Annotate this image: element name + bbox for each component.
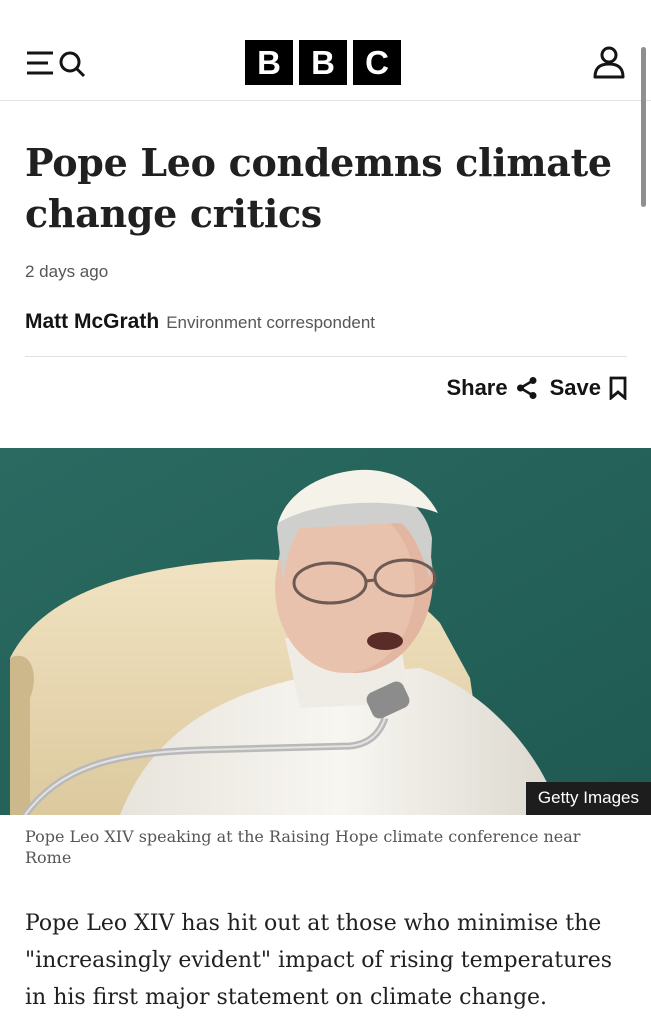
save-button[interactable]: Save: [550, 375, 627, 401]
article-actions: Share Save: [446, 375, 627, 401]
divider: [25, 356, 627, 357]
menu-icon: [27, 51, 53, 75]
bbc-logo[interactable]: B B C: [245, 40, 401, 85]
image-credit: Getty Images: [525, 782, 651, 815]
image-caption: Pope Leo XIV speaking at the Raising Hop…: [25, 827, 581, 867]
account-icon[interactable]: [592, 45, 626, 79]
byline: Matt McGrath Environment correspondent: [25, 310, 375, 334]
share-button[interactable]: Share: [446, 375, 537, 401]
bookmark-icon: [609, 376, 627, 400]
article-timestamp: 2 days ago: [25, 262, 109, 281]
logo-letter: B: [245, 40, 293, 85]
pope-photo: [0, 448, 651, 815]
article-paragraph: Pope Leo XIV has hit out at those who mi…: [25, 911, 613, 1010]
scrollbar[interactable]: [641, 47, 646, 207]
logo-letter: C: [353, 40, 401, 85]
search-icon: [59, 51, 86, 78]
save-label: Save: [549, 375, 601, 400]
logo-letter: B: [299, 40, 347, 85]
article-headline: Pope Leo condemns climate change critics: [25, 140, 612, 236]
share-icon: [516, 377, 537, 399]
share-label: Share: [446, 375, 508, 400]
menu-search-button[interactable]: [26, 50, 88, 78]
top-navigation: B B C: [0, 0, 651, 101]
author-name: Matt McGrath: [25, 310, 160, 333]
author-role: Environment correspondent: [166, 313, 376, 332]
hero-image: Getty Images: [0, 448, 651, 815]
